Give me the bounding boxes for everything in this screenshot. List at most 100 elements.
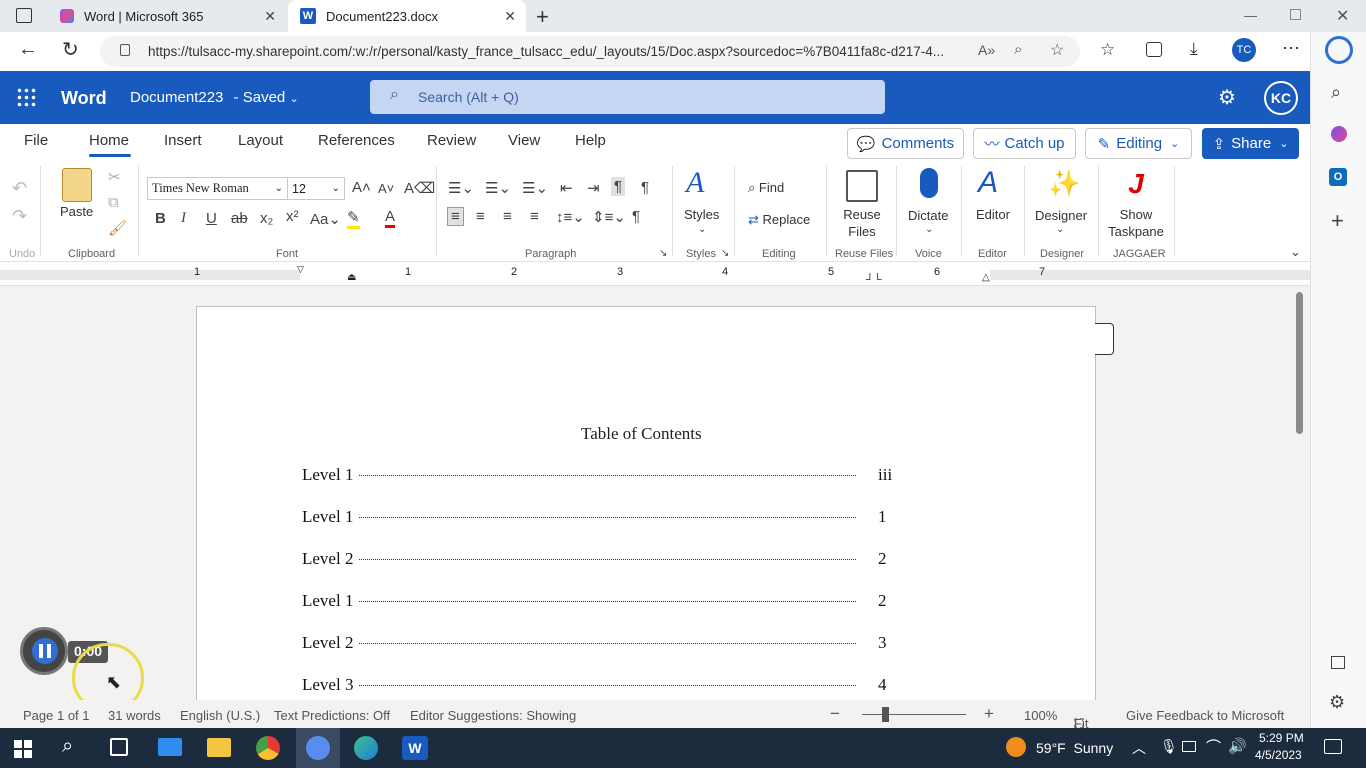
toc-entry[interactable]: Level 1 iii bbox=[302, 465, 902, 485]
clock-date[interactable]: 4/5/2023 bbox=[1255, 748, 1302, 762]
show-marks-icon[interactable]: ¶ bbox=[632, 208, 640, 225]
first-line-indent-marker[interactable]: ▽ bbox=[297, 264, 304, 275]
paste-icon[interactable] bbox=[62, 168, 92, 202]
grow-font-icon[interactable]: A˄ bbox=[352, 179, 371, 196]
multilevel-list-icon[interactable]: ☰⌄ bbox=[522, 179, 548, 197]
toc-entry[interactable]: Level 2 2 bbox=[302, 549, 902, 569]
url-input[interactable]: https://tulsacc-my.sharepoint.com/:w:/r/… bbox=[100, 36, 1080, 67]
close-icon[interactable]: ✕ bbox=[504, 8, 516, 25]
volume-icon[interactable]: 🔊 bbox=[1228, 737, 1247, 755]
shrink-font-icon[interactable]: A˅ bbox=[378, 181, 394, 196]
text-predictions[interactable]: Text Predictions: Off bbox=[274, 708, 390, 723]
font-size-select[interactable]: 12 ⌄ bbox=[287, 177, 345, 200]
comment-margin-box[interactable] bbox=[1095, 323, 1114, 355]
superscript-icon[interactable]: x² bbox=[286, 208, 299, 225]
browser-tab-m365[interactable]: Word | Microsoft 365 ✕ bbox=[48, 0, 286, 32]
comments-button[interactable]: 💬 Comments bbox=[847, 128, 964, 159]
editor-icon[interactable]: A bbox=[978, 166, 998, 200]
highlight-icon[interactable]: ✎ bbox=[347, 208, 360, 229]
new-tab-icon[interactable]: + bbox=[536, 4, 549, 30]
app-launcher-icon[interactable] bbox=[16, 87, 36, 107]
font-color-icon[interactable]: A bbox=[385, 208, 396, 228]
align-left-icon[interactable]: ≡ bbox=[447, 207, 464, 226]
close-icon[interactable]: ✕ bbox=[264, 8, 276, 25]
settings-icon[interactable]: ⚙ bbox=[1329, 692, 1345, 713]
ruler[interactable]: 1 1 2 3 4 5 6 7 ▽ ⏏ △ ┘└ bbox=[0, 262, 1310, 286]
designer-button[interactable]: Designer bbox=[1035, 208, 1087, 223]
italic-icon[interactable]: I bbox=[181, 210, 186, 227]
line-spacing-icon[interactable]: ↕≡⌄ bbox=[556, 208, 585, 226]
collapse-ribbon-icon[interactable]: ⌄ bbox=[1290, 244, 1301, 260]
numbering-icon[interactable]: ☰⌄ bbox=[485, 179, 511, 197]
clear-formatting-icon[interactable]: A⌫ bbox=[404, 179, 435, 197]
replace-button[interactable]: ⇄ Replace bbox=[748, 212, 810, 228]
tab-insert[interactable]: Insert bbox=[164, 132, 202, 149]
show-taskpane-button[interactable]: Show Taskpane bbox=[1108, 206, 1164, 240]
bold-icon[interactable]: B bbox=[155, 210, 166, 227]
toc-entry[interactable]: Level 2 3 bbox=[302, 633, 902, 653]
collections-icon[interactable] bbox=[1146, 42, 1162, 57]
profile-icon[interactable]: TC bbox=[1232, 38, 1256, 62]
wifi-icon[interactable]: ⌒ bbox=[1206, 736, 1221, 757]
add-sidebar-app-icon[interactable]: + bbox=[1331, 208, 1344, 234]
dialog-launcher-icon[interactable]: ↘ bbox=[721, 248, 729, 259]
subscript-icon[interactable]: x₂ bbox=[260, 210, 273, 227]
avatar[interactable]: KC bbox=[1264, 81, 1298, 115]
scrollbar-thumb[interactable] bbox=[1296, 292, 1303, 434]
dialog-launcher-icon[interactable]: ↘ bbox=[659, 248, 667, 259]
editor-suggestions[interactable]: Editor Suggestions: Showing bbox=[410, 708, 576, 723]
toc-entry[interactable]: Level 1 1 bbox=[302, 507, 902, 527]
format-painter-icon[interactable]: 🖌 bbox=[108, 219, 127, 237]
paragraph-spacing-icon[interactable]: ⇕≡⌄ bbox=[592, 208, 626, 226]
tab-layout[interactable]: Layout bbox=[238, 132, 283, 149]
file-explorer-icon[interactable] bbox=[207, 738, 231, 757]
task-view-icon[interactable] bbox=[110, 738, 128, 756]
change-case-icon[interactable]: Aa⌄ bbox=[310, 210, 341, 228]
tab-references[interactable]: References bbox=[318, 132, 395, 149]
clock-time[interactable]: 5:29 PM bbox=[1259, 731, 1304, 745]
share-button[interactable]: ⇪ Share ⌄ bbox=[1202, 128, 1299, 159]
align-right-icon[interactable]: ≡ bbox=[503, 208, 512, 225]
restore-icon[interactable] bbox=[1290, 9, 1301, 20]
decrease-indent-icon[interactable]: ⇤ bbox=[560, 179, 573, 197]
edge-icon[interactable] bbox=[354, 736, 378, 760]
bing-icon[interactable] bbox=[1325, 36, 1353, 64]
minimize-icon[interactable]: — bbox=[1244, 8, 1257, 23]
underline-icon[interactable]: U bbox=[206, 210, 217, 227]
chrome-icon[interactable] bbox=[256, 736, 280, 760]
catch-up-button[interactable]: 〰 Catch up bbox=[973, 128, 1076, 159]
search-icon[interactable]: ⌕ bbox=[1331, 82, 1341, 103]
ltr-icon[interactable]: ¶ bbox=[611, 177, 626, 196]
microphone-icon[interactable] bbox=[920, 168, 938, 198]
zoom-slider-thumb[interactable] bbox=[882, 707, 889, 722]
strikethrough-icon[interactable]: ab bbox=[231, 210, 248, 227]
tray-chevron-icon[interactable]: ︿ bbox=[1132, 738, 1146, 758]
redo-icon[interactable]: ↷ bbox=[12, 206, 27, 227]
favorites-icon[interactable]: ☆ bbox=[1100, 40, 1115, 60]
notifications-icon[interactable] bbox=[1324, 739, 1342, 754]
increase-indent-icon[interactable]: ⇥ bbox=[587, 179, 600, 197]
designer-icon[interactable]: ✨ bbox=[1048, 168, 1080, 199]
document-title[interactable]: Document223 - Saved ⌄ bbox=[130, 89, 299, 106]
tab-stop-marker[interactable]: ┘└ bbox=[866, 274, 882, 286]
toc-entry[interactable]: Level 3 4 bbox=[302, 675, 902, 695]
downloads-icon[interactable]: ⤓ bbox=[1190, 39, 1198, 59]
close-window-icon[interactable]: ✕ bbox=[1336, 6, 1349, 26]
outlook-icon[interactable]: O bbox=[1329, 168, 1347, 186]
editing-mode-button[interactable]: ✎ Editing ⌄ bbox=[1085, 128, 1192, 159]
word-count[interactable]: 31 words bbox=[108, 708, 161, 723]
more-icon[interactable]: ⋯ bbox=[1282, 38, 1300, 59]
zoom-out-icon[interactable]: − bbox=[830, 704, 840, 724]
paste-button[interactable]: Paste bbox=[60, 204, 93, 219]
recorder-pause-button[interactable] bbox=[20, 627, 68, 675]
tab-review[interactable]: Review bbox=[427, 132, 476, 149]
page-count[interactable]: Page 1 of 1 bbox=[23, 708, 90, 723]
rtl-icon[interactable]: ¶ bbox=[641, 179, 649, 196]
zoom-icon[interactable]: ⌕ bbox=[1014, 41, 1022, 58]
copy-icon[interactable]: ⧉ bbox=[108, 194, 119, 211]
read-aloud-icon[interactable]: A» bbox=[978, 42, 995, 58]
back-icon[interactable]: ← bbox=[18, 38, 38, 61]
settings-icon[interactable]: ⚙ bbox=[1218, 85, 1236, 110]
editor-button[interactable]: Editor bbox=[976, 207, 1010, 222]
bullets-icon[interactable]: ☰⌄ bbox=[448, 179, 474, 197]
